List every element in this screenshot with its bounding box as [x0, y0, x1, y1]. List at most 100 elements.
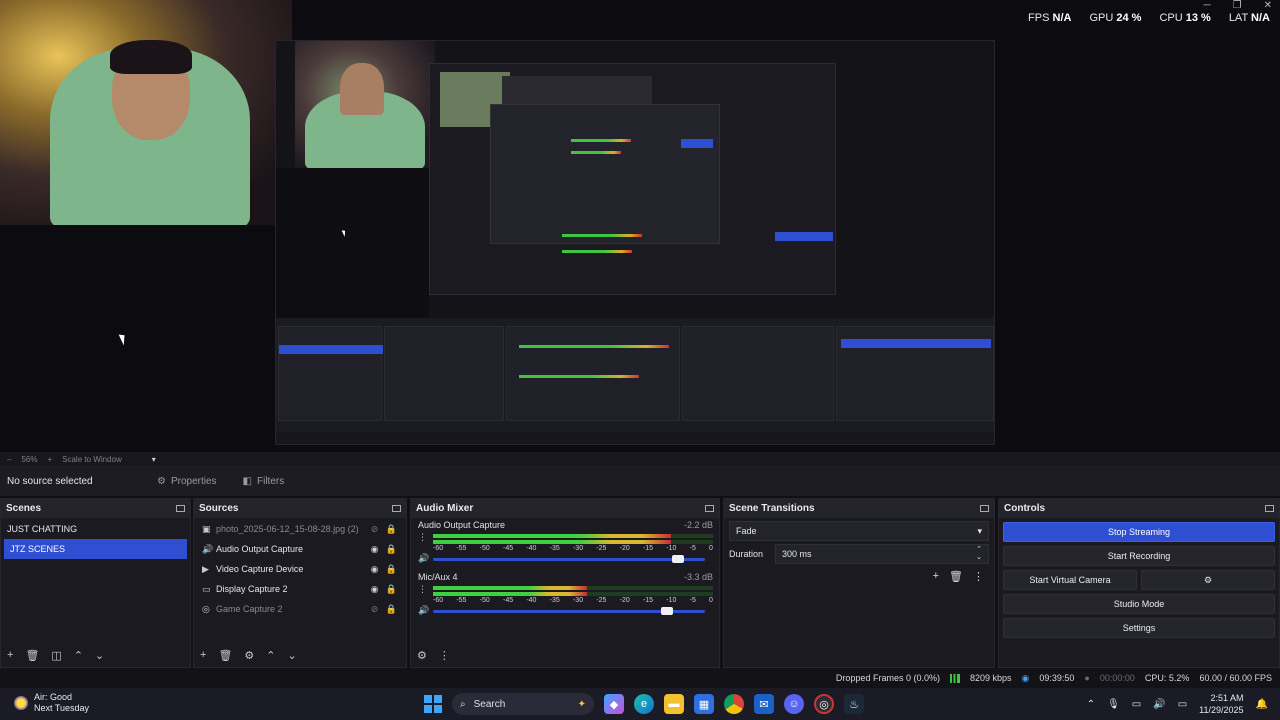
source-label: Audio Output Capture [216, 544, 304, 554]
chrome-icon[interactable] [724, 694, 744, 714]
source-toolbar: No source selected ⚙ Properties ◧ Filter… [0, 466, 1280, 496]
kebab-menu-icon[interactable]: ⋮ [418, 532, 427, 543]
battery-icon[interactable]: ▭ [1178, 699, 1187, 710]
lock-icon[interactable]: 🔒 [383, 564, 400, 575]
network-icon[interactable]: ▭ [1132, 699, 1141, 710]
scale-mode-dropdown-icon[interactable]: ▾ [152, 455, 156, 464]
properties-button[interactable]: ⚙ Properties [151, 472, 223, 491]
lock-icon[interactable]: 🔒 [383, 604, 400, 615]
steam-icon[interactable]: ♨ [844, 694, 864, 714]
source-item-video-capture[interactable]: ▶ Video Capture Device ◉ 🔒 [194, 559, 406, 579]
db-tick-label: -20 [619, 545, 630, 552]
source-item-display-capture[interactable]: ▭ Display Capture 2 ◉ 🔒 [194, 579, 406, 599]
add-source-icon[interactable]: + [200, 649, 206, 661]
clock[interactable]: 2:51 AM 11/29/2025 [1199, 692, 1243, 716]
lock-icon[interactable]: 🔒 [383, 544, 400, 555]
volume-slider[interactable] [433, 607, 705, 615]
undock-icon[interactable] [176, 505, 185, 512]
duration-row: Duration 300 ms ⌃ ⌄ [729, 544, 989, 564]
edge-icon[interactable]: e [634, 694, 654, 714]
add-scene-icon[interactable]: + [7, 649, 13, 661]
windows-start-icon[interactable] [424, 695, 442, 713]
start-recording-button[interactable]: Start Recording [1003, 546, 1275, 566]
trash-icon[interactable]: 🗑 [25, 649, 39, 662]
gear-icon[interactable]: ⚙ [244, 649, 254, 662]
undock-icon[interactable] [392, 505, 401, 512]
speaker-icon[interactable]: 🔊 [418, 605, 429, 616]
scale-mode[interactable]: Scale to Window [62, 455, 122, 464]
lock-icon[interactable]: 🔒 [383, 524, 400, 535]
zoom-in-button[interactable]: + [47, 455, 52, 464]
undock-icon[interactable] [1265, 505, 1274, 512]
store-icon[interactable]: ▦ [694, 694, 714, 714]
duration-spinbox[interactable]: 300 ms ⌃ ⌄ [775, 544, 989, 564]
source-item-photo[interactable]: ▣ photo_2025-06-12_15-08-28.jpg (2) ⊘ 🔒 [194, 519, 406, 539]
eye-hidden-icon[interactable]: ⊘ [366, 524, 383, 535]
stop-streaming-button[interactable]: Stop Streaming [1003, 522, 1275, 542]
chevron-up-icon[interactable]: ⌃ [1087, 699, 1095, 710]
source-label: photo_2025-06-12_15-08-28.jpg (2) [216, 524, 359, 534]
scene-item-just-chatting[interactable]: JUST CHATTING [1, 519, 190, 539]
db-tick-label: -55 [456, 597, 467, 604]
minimize-icon[interactable]: ─ [1204, 0, 1211, 11]
scene-filters-icon[interactable]: ◫ [51, 649, 61, 662]
trash-icon[interactable]: 🗑 [218, 649, 232, 662]
db-tick-label: -25 [596, 597, 607, 604]
stream-time: 09:39:50 [1039, 673, 1075, 683]
spin-arrows-icon[interactable]: ⌃ ⌄ [976, 546, 982, 562]
kebab-menu-icon[interactable]: ⋮ [973, 570, 984, 583]
filters-button[interactable]: ◧ Filters [237, 472, 291, 491]
add-transition-icon[interactable]: + [933, 570, 939, 583]
transition-select[interactable]: Fade ▾ [729, 521, 989, 541]
eye-icon[interactable]: ◉ [366, 584, 383, 595]
discord-icon[interactable]: ☺ [784, 694, 804, 714]
volume-slider[interactable] [433, 555, 705, 563]
source-item-audio-output[interactable]: 🔊 Audio Output Capture ◉ 🔒 [194, 539, 406, 559]
transition-actions: + 🗑 ⋮ [724, 566, 994, 587]
scene-item-jtz-scenes[interactable]: JTZ SCENES [4, 539, 187, 559]
zoom-out-button[interactable]: – [7, 455, 11, 464]
move-up-icon[interactable]: ⌃ [266, 649, 275, 662]
source-item-game-capture[interactable]: ◎ Game Capture 2 ⊘ 🔒 [194, 599, 406, 619]
move-down-icon[interactable]: ⌄ [95, 649, 104, 662]
taskbar-search[interactable]: ⌕ Search ✦ [452, 693, 594, 715]
window-controls: ─ ❐ ✕ [1204, 0, 1272, 11]
preview-canvas[interactable]: ─ ❐ ✕ FPS N/A GPU 24 % CPU 13 % LAT N/A [0, 0, 1280, 452]
virtual-camera-settings-icon[interactable]: ⚙ [1141, 570, 1275, 590]
copilot-icon[interactable]: ◆ [604, 694, 624, 714]
eye-hidden-icon[interactable]: ⊘ [366, 604, 383, 615]
lock-icon[interactable]: 🔒 [383, 584, 400, 595]
start-virtual-camera-button[interactable]: Start Virtual Camera [1003, 570, 1137, 590]
notification-bell-icon[interactable]: 🔔 [1256, 699, 1268, 710]
volume-slider-knob[interactable] [660, 607, 673, 615]
settings-button[interactable]: Settings [1003, 618, 1275, 638]
undock-icon[interactable] [980, 505, 989, 512]
obs-icon[interactable]: ◎ [814, 694, 834, 714]
move-up-icon[interactable]: ⌃ [74, 649, 83, 662]
speaker-icon: 🔊 [202, 543, 214, 554]
eye-icon[interactable]: ◉ [366, 564, 383, 575]
file-explorer-icon[interactable]: ▬ [664, 694, 684, 714]
outlook-icon[interactable]: ✉ [754, 694, 774, 714]
trash-icon[interactable]: 🗑 [949, 570, 963, 583]
undock-icon[interactable] [705, 505, 714, 512]
advanced-audio-icon[interactable]: ⚙ [417, 649, 427, 662]
volume-icon[interactable]: 🔊 [1153, 699, 1165, 710]
lat-value: N/A [1251, 12, 1270, 24]
volume-slider-knob[interactable] [671, 555, 684, 563]
kebab-menu-icon[interactable]: ⋮ [439, 649, 450, 662]
close-icon[interactable]: ✕ [1264, 0, 1272, 11]
microphone-icon[interactable]: 🎙 [1107, 699, 1120, 710]
db-tick-label: 0 [709, 597, 713, 604]
weather-widget[interactable]: Air: Good Next Tuesday [14, 692, 89, 714]
move-down-icon[interactable]: ⌄ [288, 649, 297, 662]
eye-icon[interactable]: ◉ [366, 544, 383, 555]
speaker-icon[interactable]: 🔊 [418, 553, 429, 564]
level-meter [433, 534, 713, 538]
db-tick-label: -35 [549, 545, 560, 552]
cpu-label: CPU [1159, 12, 1183, 24]
studio-mode-button[interactable]: Studio Mode [1003, 594, 1275, 614]
maximize-icon[interactable]: ❐ [1233, 0, 1242, 11]
kebab-menu-icon[interactable]: ⋮ [418, 584, 427, 595]
db-tick-label: -15 [642, 597, 654, 604]
